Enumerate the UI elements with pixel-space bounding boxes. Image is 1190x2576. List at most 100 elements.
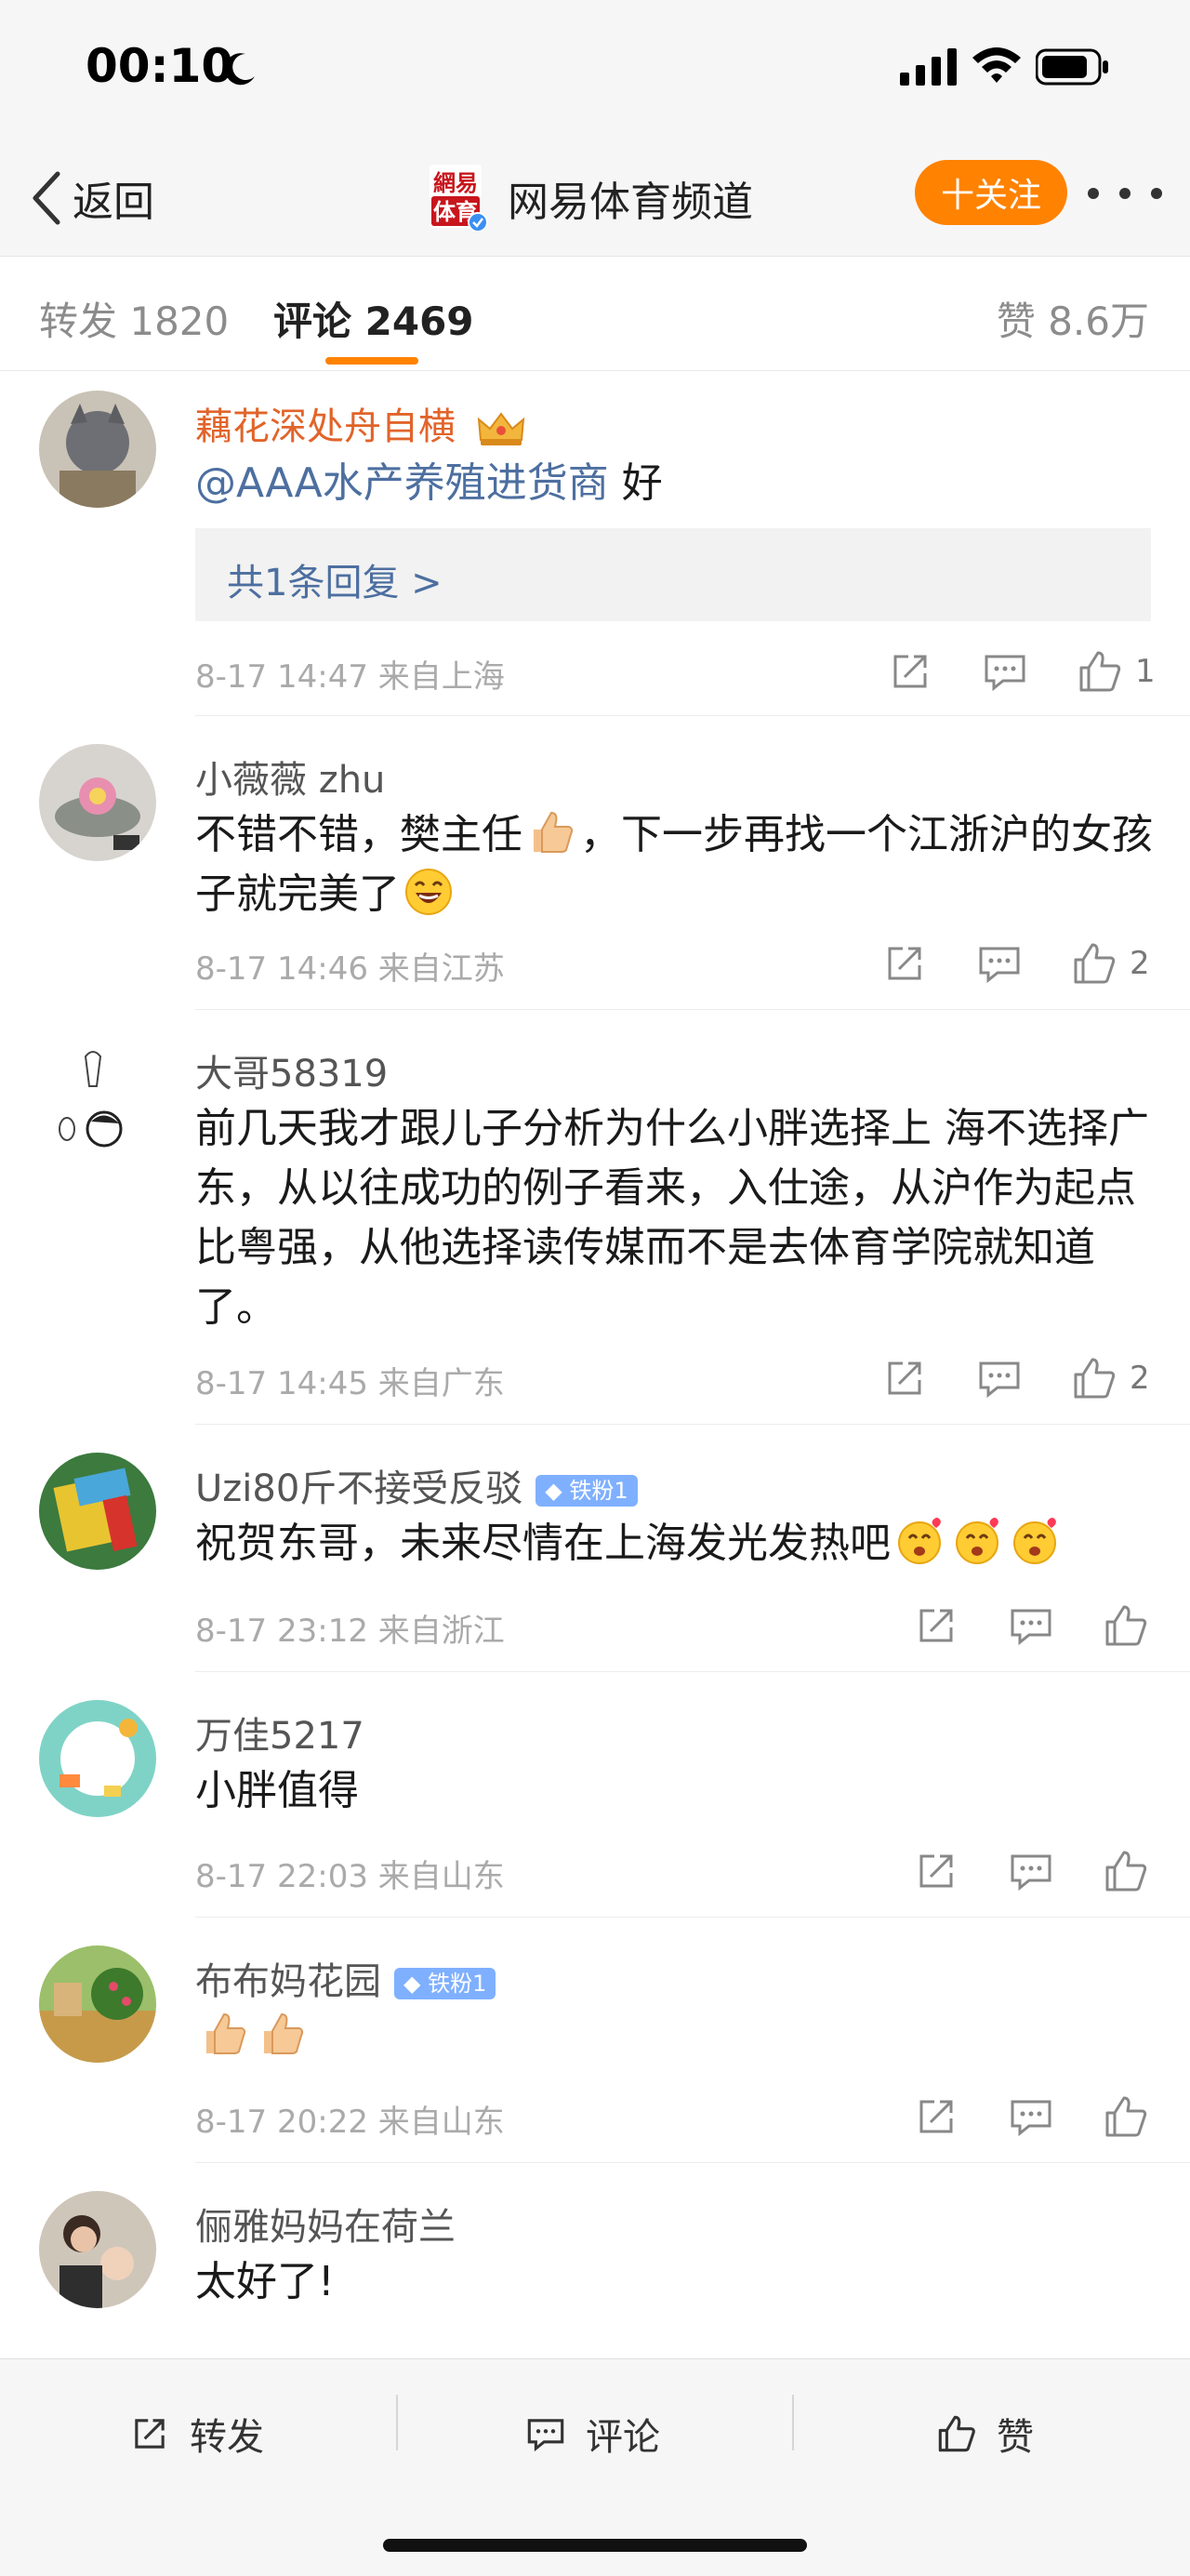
comment-actions: 2 [880,1353,1150,1403]
comment-meta: 8-17 14:45 来自广东 [195,1365,505,1402]
avatar[interactable] [39,1700,156,1817]
share-button[interactable] [912,1601,960,1650]
signal-icon [900,48,957,86]
like-icon [1105,2096,1147,2137]
share-button[interactable] [880,1354,929,1402]
reply-button[interactable] [981,647,1029,696]
bottom-action-bar: 转发 评论 赞 [0,2358,1190,2576]
repost-button[interactable]: 转发 [128,2406,264,2462]
like-count: 2 [1130,945,1150,982]
reply-button[interactable] [975,939,1024,988]
avatar[interactable] [39,1038,156,1155]
channel-header[interactable]: 網易 体育 网易体育频道 [430,158,753,238]
comment-icon [985,655,1025,692]
comment-text [195,2007,1153,2066]
author-name: Uzi80斤不接受反驳 [195,1467,523,1510]
share-button[interactable] [886,647,934,696]
comment-icon [1011,1854,1051,1892]
tab-bar: 转发 1820 评论 2469 赞 8.6万 [0,257,1190,371]
avatar[interactable] [39,1453,156,1570]
bottom-separator [396,2395,398,2450]
comment-actions [912,1846,1150,1896]
comment-author[interactable]: 布布妈花园 ◆ 铁粉1 [195,1951,496,2005]
author-name[interactable]: 大哥58319 [195,1043,388,1097]
bottom-separator [792,2395,794,2450]
reply-button[interactable] [1007,1601,1055,1650]
tab-like[interactable]: 赞 8.6万 [997,290,1149,347]
author-name: 藕花深处舟自横 [195,405,456,448]
comment-text: 小胖值得 [195,1767,359,1814]
fan-badge-label: 铁粉1 [569,1478,628,1504]
share-icon [893,655,927,688]
status-time: 00:10 [86,39,234,93]
author-name[interactable]: 万佳5217 [195,1706,364,1759]
like-button[interactable] [1076,647,1124,696]
tab-repost[interactable]: 转发 1820 [39,290,229,347]
laugh-emoji-icon [405,869,452,915]
share-button[interactable] [912,1847,960,1895]
comment-meta: 8-17 14:47 来自上海 [195,658,505,696]
like-icon [1105,1851,1147,1892]
reply-button[interactable] [1007,1847,1055,1895]
reply-button[interactable] [975,1354,1024,1402]
avatar[interactable] [39,2191,156,2308]
comment-item: 大哥58319 前几天我才跟儿子分析为什么小胖选择上 海不选择广 东，从以往成功… [0,1010,1190,1425]
love-emoji-icon [1013,1518,1056,1564]
view-replies-link[interactable]: 共1条回复 > [227,552,443,606]
like-button[interactable] [1070,939,1118,988]
avatar[interactable] [39,1945,156,2063]
like-button[interactable] [1102,1601,1150,1650]
like-count: 1 [1135,653,1156,690]
active-tab-indicator [325,357,418,365]
tab-comment[interactable]: 评论 2469 [273,290,474,347]
back-label: 返回 [73,179,154,226]
comment-text: 祝贺东哥，未来尽情在上海发光发热吧 [195,1514,1153,1573]
comment-meta: 8-17 14:46 来自江苏 [195,950,505,988]
share-icon [919,2100,953,2133]
status-bar: 00:10 [0,0,1190,139]
like-label: 赞 [997,2416,1034,2459]
like-button[interactable]: 赞 [935,2406,1034,2462]
like-button[interactable] [1102,2092,1150,2141]
avatar[interactable] [39,744,156,861]
comment-item: 俪雅妈妈在荷兰 太好了! [0,2163,1190,2358]
comment-author[interactable]: Uzi80斤不接受反驳 ◆ 铁粉1 [195,1458,638,1512]
follow-button[interactable]: 十关注 [915,160,1067,225]
comment-actions: 2 [880,938,1150,989]
comment-item: 布布妈花园 ◆ 铁粉1 8-17 20:22 来自山东 [0,1918,1190,2163]
author-name[interactable]: 小薇薇 zhu [195,750,385,803]
share-icon [888,947,921,980]
comment-icon [527,2419,564,2452]
like-button[interactable] [1070,1354,1118,1402]
crown-icon [477,412,524,445]
like-button[interactable] [1102,1847,1150,1895]
back-button[interactable]: 返回 [30,166,154,231]
home-indicator[interactable] [383,2539,807,2552]
author-name: 布布妈花园 [195,1960,381,2003]
nav-bar: 返回 網易 体育 网易体育频道 十关注 [0,139,1190,257]
comment-button[interactable]: 评论 [524,2406,660,2462]
reply-button[interactable] [1007,2092,1055,2141]
comment-meta: 8-17 20:22 来自山东 [195,2104,505,2141]
share-icon [888,1361,921,1395]
share-button[interactable] [880,939,929,988]
comment-item: 万佳5217 小胖值得 8-17 22:03 来自山东 [0,1672,1190,1918]
reply-summary: 共1条回复 > [195,528,1151,621]
author-name[interactable]: 俪雅妈妈在荷兰 [195,2197,456,2251]
mention-link[interactable]: @AAA水产养殖进货商 [195,459,609,507]
like-icon [1074,943,1116,984]
channel-name: 网易体育频道 [508,179,753,226]
comment-icon [979,1361,1020,1399]
comment-text: 前几天我才跟儿子分析为什么小胖选择上 海不选择广 东，从以往成功的例子看来，入仕… [195,1105,1149,1331]
battery-icon [1036,48,1108,86]
avatar[interactable] [39,391,156,508]
comment-body: 祝贺东哥，未来尽情在上海发光发热吧 [195,1520,891,1567]
comment-author[interactable]: 藕花深处舟自横 [195,396,527,450]
verified-icon [468,212,488,232]
more-options-button[interactable] [1088,173,1162,214]
comment-actions [912,1600,1150,1651]
comment-icon [1011,1609,1051,1646]
comment-meta: 8-17 23:12 来自浙江 [195,1613,505,1650]
share-button[interactable] [912,2092,960,2141]
channel-logo: 網易 体育 [430,165,488,232]
